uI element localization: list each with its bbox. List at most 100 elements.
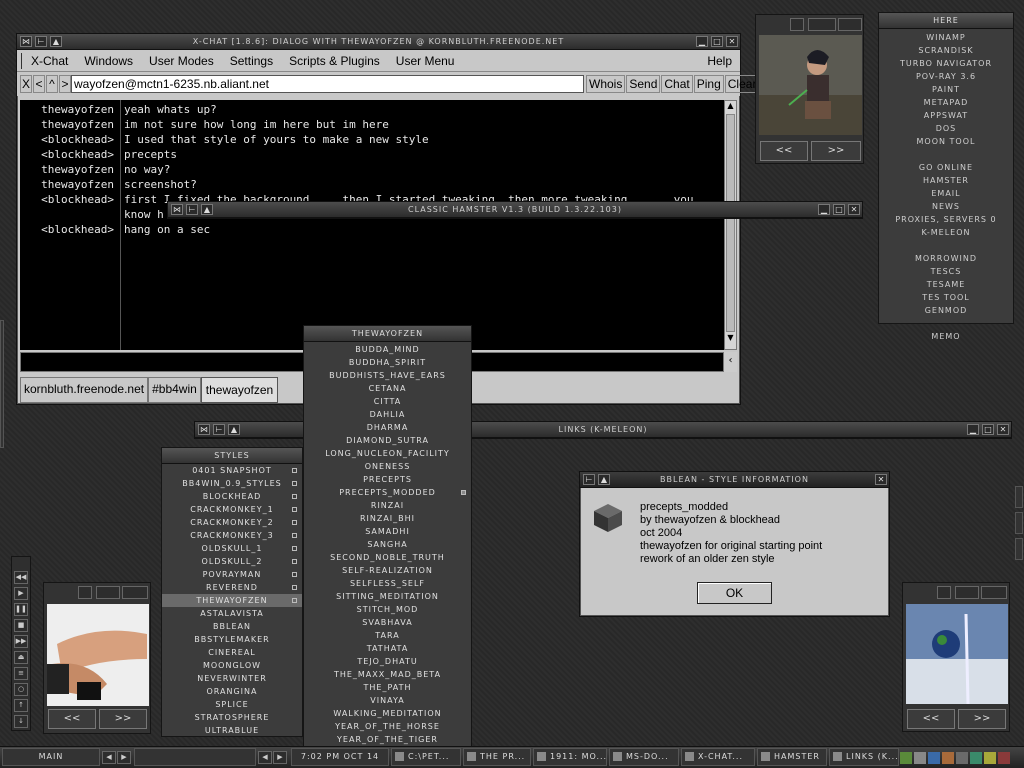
zen-style-item[interactable]: year_of_the_tiger: [304, 733, 471, 746]
zen-style-item[interactable]: selfless_self: [304, 577, 471, 590]
style-item[interactable]: thewayofzen: [162, 594, 302, 607]
prev-image-button[interactable]: <<: [48, 709, 96, 729]
close-icon[interactable]: ✕: [997, 424, 1009, 435]
style-item[interactable]: crackmonkey_2: [162, 516, 302, 529]
close-pin-icon[interactable]: ⋈: [171, 204, 183, 215]
tab-kornbluth[interactable]: kornbluth.freenode.net: [20, 377, 149, 403]
here-item[interactable]: AppSwat: [879, 109, 1013, 122]
widget-button-icon[interactable]: [790, 18, 804, 31]
zen-style-item[interactable]: tejo_dhatu: [304, 655, 471, 668]
prev-tab-button[interactable]: <: [33, 75, 45, 93]
here-item[interactable]: News: [879, 200, 1013, 213]
close-icon[interactable]: ✕: [726, 36, 738, 47]
hamster-titlebar[interactable]: ⋈ ⊢ ▲ Classic Hamster v1.3 (build 1.3.22…: [168, 202, 862, 218]
next-image-button[interactable]: >>: [811, 141, 861, 161]
taskbar-task[interactable]: 1911: Mo...: [533, 748, 607, 766]
pin-icon[interactable]: ⊢: [35, 36, 47, 47]
tray-next-icon[interactable]: ▶: [273, 751, 287, 764]
rewind-icon[interactable]: ◀◀: [14, 571, 28, 584]
zen-style-item[interactable]: sangha: [304, 538, 471, 551]
zen-style-item[interactable]: svabhava: [304, 616, 471, 629]
settings-icon[interactable]: ○: [14, 683, 28, 696]
taskbar-task[interactable]: The Pr...: [463, 748, 531, 766]
here-item[interactable]: Turbo Navigator: [879, 57, 1013, 70]
chat-nick[interactable]: <blockhead>: [41, 147, 114, 162]
here-item[interactable]: K-Meleon: [879, 226, 1013, 239]
style-item[interactable]: bb4win_0.9_styles: [162, 477, 302, 490]
minimize-icon[interactable]: ▁: [967, 424, 979, 435]
style-item[interactable]: blockhead: [162, 490, 302, 503]
shade-icon[interactable]: ▲: [201, 204, 213, 215]
style-item[interactable]: astalavista: [162, 607, 302, 620]
here-item[interactable]: GenMod: [879, 304, 1013, 317]
edge-handle[interactable]: [1015, 486, 1023, 508]
here-item[interactable]: DOS: [879, 122, 1013, 135]
tab-bb4win[interactable]: #bb4win: [148, 377, 201, 403]
here-item[interactable]: Hamster: [879, 174, 1013, 187]
menu-settings[interactable]: Settings: [230, 54, 273, 68]
close-pin-icon[interactable]: ⋈: [198, 424, 210, 435]
here-item[interactable]: Proxies, Servers 0: [879, 213, 1013, 226]
widget-button-icon[interactable]: [96, 586, 120, 599]
prev-workspace-icon[interactable]: ◀: [102, 751, 116, 764]
next-image-button[interactable]: >>: [99, 709, 147, 729]
forward-icon[interactable]: ▶▶: [14, 635, 28, 648]
chat-nick[interactable]: <blockhead>: [41, 192, 114, 207]
style-item[interactable]: povrayman: [162, 568, 302, 581]
zen-style-item[interactable]: precepts_modded: [304, 486, 471, 499]
zen-style-item[interactable]: self-realization: [304, 564, 471, 577]
minimize-icon[interactable]: ▁: [818, 204, 830, 215]
pin-icon[interactable]: ⊢: [583, 474, 595, 485]
volume-up-icon[interactable]: ↑: [14, 699, 28, 712]
here-item[interactable]: TESame: [879, 278, 1013, 291]
zen-style-item[interactable]: year_of_the_horse: [304, 720, 471, 733]
tray-icon[interactable]: [984, 752, 996, 764]
zen-style-item[interactable]: precepts: [304, 473, 471, 486]
taskbar-task[interactable]: MS-DO...: [609, 748, 679, 766]
menu-scripts[interactable]: Scripts & Plugins: [289, 54, 380, 68]
zen-style-item[interactable]: citta: [304, 395, 471, 408]
style-item[interactable]: cinereal: [162, 646, 302, 659]
input-arrow-icon[interactable]: ‹: [724, 352, 737, 372]
style-item[interactable]: neverwinter: [162, 672, 302, 685]
zen-style-item[interactable]: dahlia: [304, 408, 471, 421]
here-item[interactable]: Paint: [879, 83, 1013, 96]
here-item[interactable]: Morrowind: [879, 252, 1013, 265]
here-item[interactable]: Memo: [879, 330, 1013, 343]
zen-style-item[interactable]: tathata: [304, 642, 471, 655]
address-field[interactable]: wayofzen@mctn1-6235.nb.aliant.net: [71, 75, 584, 93]
workspace-label[interactable]: Main: [2, 748, 100, 766]
prev-image-button[interactable]: <<: [907, 709, 955, 729]
here-item[interactable]: Scrandisk: [879, 44, 1013, 57]
tray-prev-icon[interactable]: ◀: [258, 751, 272, 764]
tab-thewayofzen[interactable]: thewayofzen: [200, 377, 279, 403]
scroll-down-icon[interactable]: ▼: [725, 333, 736, 345]
close-icon[interactable]: ✕: [848, 204, 860, 215]
scroll-up-icon[interactable]: ▲: [725, 101, 736, 113]
zen-style-item[interactable]: sitting_meditation: [304, 590, 471, 603]
menu-help[interactable]: Help: [707, 54, 732, 68]
scroll-thumb[interactable]: [726, 114, 735, 332]
zen-style-item[interactable]: long_nucleon_facility: [304, 447, 471, 460]
here-item[interactable]: Moon Tool: [879, 135, 1013, 148]
pause-icon[interactable]: ❚❚: [14, 603, 28, 616]
zen-style-item[interactable]: dharma: [304, 421, 471, 434]
style-item[interactable]: bblean: [162, 620, 302, 633]
style-item[interactable]: bbstylemaker: [162, 633, 302, 646]
widget-button-icon[interactable]: [808, 18, 836, 31]
here-item[interactable]: TES Tool: [879, 291, 1013, 304]
edge-handle[interactable]: [0, 320, 4, 448]
zen-style-item[interactable]: rinzai_bhi: [304, 512, 471, 525]
here-item[interactable]: POV-Ray 3.6: [879, 70, 1013, 83]
zen-style-item[interactable]: samadhi: [304, 525, 471, 538]
zen-style-item[interactable]: diamond_sutra: [304, 434, 471, 447]
menu-xchat[interactable]: X-Chat: [31, 54, 68, 68]
tray-icon[interactable]: [970, 752, 982, 764]
tray-icon[interactable]: [900, 752, 912, 764]
style-item[interactable]: 0401 snapshot: [162, 464, 302, 477]
ok-button[interactable]: OK: [697, 582, 772, 604]
zen-style-item[interactable]: walking_meditation: [304, 707, 471, 720]
tray-icon[interactable]: [956, 752, 968, 764]
zen-style-item[interactable]: stitch_mod: [304, 603, 471, 616]
tray-icon[interactable]: [998, 752, 1010, 764]
